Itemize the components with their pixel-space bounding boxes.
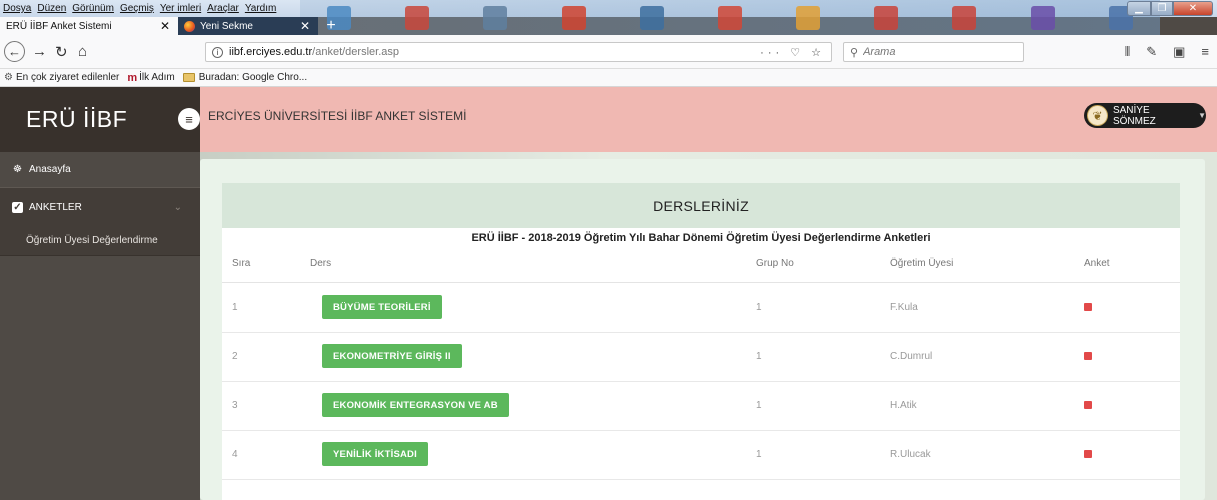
user-menu-button[interactable]: ❦ SANİYE SÖNMEZ ▼ [1084,103,1206,128]
new-tab-button[interactable]: + [321,17,341,35]
survey-status-icon [1084,401,1092,409]
survey-status-icon [1084,352,1092,360]
card-subtitle: ERÜ İİBF - 2018-2019 Öğretim Yılı Bahar … [471,232,931,244]
row-number: 3 [232,400,238,411]
chevron-down-icon: ⌄ [173,201,182,213]
close-window-button[interactable]: ✕ [1173,1,1213,16]
caret-down-icon: ▼ [1198,111,1206,120]
courses-card-header: DERSLERİNİZ [222,183,1180,228]
search-icon: ⚲ [850,46,859,59]
column-header-survey: Anket [1084,258,1110,269]
user-name: SANİYE SÖNMEZ [1112,104,1156,127]
row-teacher: R.Ulucak [890,449,931,460]
close-icon[interactable]: ✕ [160,19,170,33]
back-button[interactable]: ← [4,41,25,62]
checkbox-icon: ✓ [12,201,23,213]
course-button[interactable]: EKONOMİK ENTEGRASYON VE AB [322,393,509,417]
column-header-no: Sıra [232,258,251,269]
page-title: ERCİYES ÜNİVERSİTESİ İİBF ANKET SİSTEMİ [208,109,467,123]
reload-button[interactable]: ↻ [55,43,68,61]
row-number: 2 [232,351,238,362]
bookmark-most-visited[interactable]: ⚙ En çok ziyaret edilenler [4,72,119,83]
sidebar-icon[interactable]: ▣ [1173,44,1185,60]
menu-help[interactable]: Yardım [245,3,277,14]
menu-edit[interactable]: Düzen [37,3,66,14]
home-icon[interactable]: ⌂ [78,43,87,60]
firefox-icon [184,20,195,32]
info-icon[interactable]: i [212,46,223,58]
sidebar: ERÜ İİBF ≡ ☸ Anasayfa ✓ ANKETLER ⌄ Öğret… [0,87,200,500]
hamburger-menu-icon[interactable]: ≡ [1201,44,1209,60]
table-row: 1 BÜYÜME TEORİLERİ 1 F.Kula [222,284,1180,333]
bookmark-folder-chrome[interactable]: Buradan: Google Chro... [182,72,307,83]
row-group: 1 [756,302,762,313]
course-button[interactable]: BÜYÜME TEORİLERİ [322,295,442,319]
course-button[interactable]: YENİLİK İKTİSADI [322,442,428,466]
menu-file[interactable]: Dosya [3,3,31,14]
tab-new[interactable]: Yeni Sekme ✕ [178,17,318,35]
sidebar-toggle-button[interactable]: ≡ [178,108,200,130]
sidebar-item-label: Anasayfa [29,164,71,175]
brand-title[interactable]: ERÜ İİBF [26,106,127,133]
column-header-group: Grup No [756,258,794,269]
window-controls: ▁ ❐ ✕ [1127,1,1213,16]
folder-icon [182,73,195,82]
navigation-toolbar: ← → ↻ ⌂ i iibf.erciyes.edu.tr/anket/ders… [0,35,1217,69]
menu-view[interactable]: Görünüm [72,3,114,14]
row-group: 1 [756,449,762,460]
content-panel: DERSLERİNİZ ERÜ İİBF - 2018-2019 Öğretim… [200,159,1205,500]
tab-anket-sistemi[interactable]: ERÜ İİBF Anket Sistemi ✕ [0,17,178,35]
tab-label: Yeni Sekme [200,20,253,32]
card-title: DERSLERİNİZ [653,197,749,214]
survey-status-icon [1084,450,1092,458]
toolbar-right: ⫴ ✎ ▣ ≡ [1109,44,1209,60]
row-teacher: H.Atik [890,400,917,411]
tab-strip: ERÜ İİBF Anket Sistemi ✕ Yeni Sekme ✕ + [0,17,1217,35]
page-actions-icon[interactable]: ··· ♡ ☆ [760,46,825,59]
menu-bookmarks[interactable]: Yer imleri [160,3,201,14]
brand: ERÜ İİBF [0,87,200,152]
sidebar-item-home[interactable]: ☸ Anasayfa [0,152,200,188]
row-number: 4 [232,449,238,460]
tab-label: ERÜ İİBF Anket Sistemi [6,20,112,32]
dashboard-icon: ☸ [13,164,22,175]
table-row: 4 YENİLİK İKTİSADI 1 R.Ulucak [222,431,1180,480]
gear-icon: ⚙ [4,72,13,83]
sidebar-item-surveys[interactable]: ✓ ANKETLER ⌄ [0,188,200,226]
bookmark-first-step[interactable]: m İlk Adım [127,72,174,84]
address-bar[interactable]: i iibf.erciyes.edu.tr/anket/dersler.asp … [205,42,832,62]
table-row: 2 EKONOMETRİYE GİRİŞ II 1 C.Dumrul [222,333,1180,382]
column-header-teacher: Öğretim Üyesi [890,258,954,269]
sidebar-item-label: ANKETLER [29,201,82,213]
minimize-button[interactable]: ▁ [1127,1,1151,16]
url-path: /anket/dersler.asp [312,46,399,58]
avatar: ❦ [1087,105,1108,126]
url-host: iibf.erciyes.edu.tr [229,46,313,58]
main-content: DERSLERİNİZ ERÜ İİBF - 2018-2019 Öğretim… [200,152,1217,500]
bookmarks-bar: ⚙ En çok ziyaret edilenler m İlk Adım Bu… [0,69,1217,87]
search-bar[interactable]: ⚲ [843,42,1024,62]
course-button[interactable]: EKONOMETRİYE GİRİŞ II [322,344,462,368]
forward-button[interactable]: → [32,43,47,60]
top-header: ERCİYES ÜNİVERSİTESİ İİBF ANKET SİSTEMİ … [200,87,1217,152]
row-group: 1 [756,400,762,411]
table-row: 3 EKONOMİK ENTEGRASYON VE AB 1 H.Atik [222,382,1180,431]
tools-icon[interactable]: ✎ [1146,44,1157,60]
menu-history[interactable]: Geçmiş [120,3,154,14]
row-number: 1 [232,302,238,313]
row-teacher: F.Kula [890,302,918,313]
table-header: Sıra Ders Grup No Öğretim Üyesi Anket [222,249,1180,283]
bookmark-logo-icon: m [127,71,138,84]
survey-status-icon [1084,303,1092,311]
search-input[interactable] [863,46,1004,58]
maximize-button[interactable]: ❐ [1151,1,1173,16]
row-group: 1 [756,351,762,362]
menu-tools[interactable]: Araçlar [207,3,239,14]
close-icon[interactable]: ✕ [300,19,310,33]
library-icon[interactable]: ⫴ [1125,44,1130,60]
courses-card-body: ERÜ İİBF - 2018-2019 Öğretim Yılı Bahar … [222,228,1180,500]
row-teacher: C.Dumrul [890,351,933,362]
column-header-course: Ders [310,258,332,269]
sidebar-subitem-evaluation[interactable]: Öğretim Üyesi Değerlendirme [0,226,200,256]
